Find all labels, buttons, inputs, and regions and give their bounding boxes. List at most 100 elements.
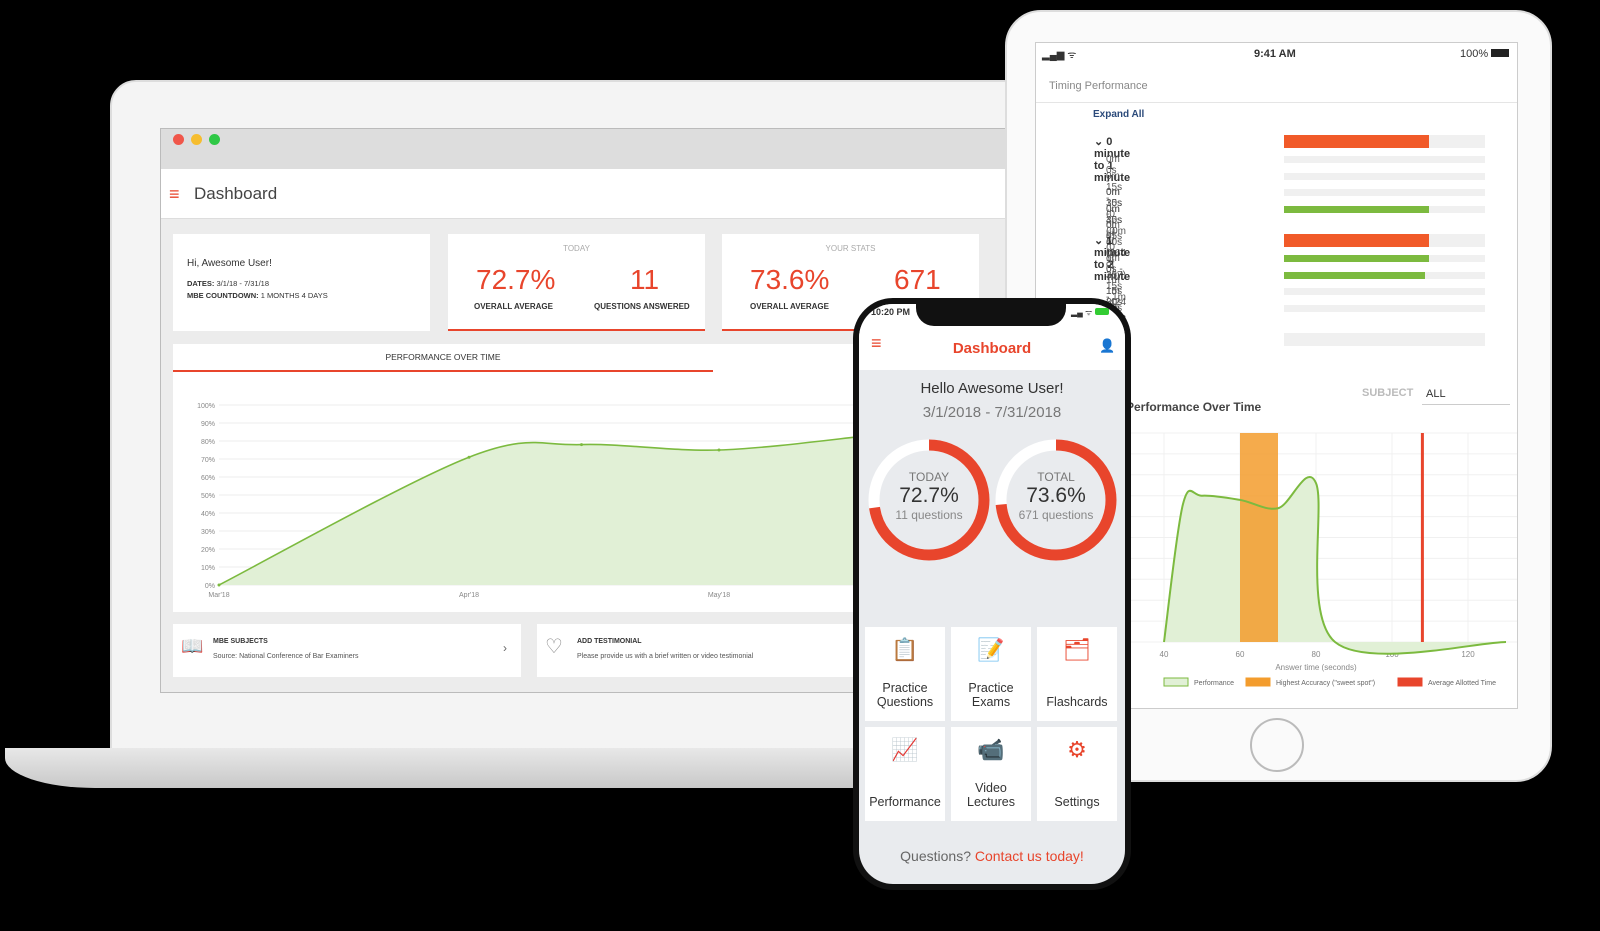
legend-label: Average Allotted Time bbox=[1428, 680, 1496, 687]
x-tick-label: 60 bbox=[1236, 650, 1245, 659]
chevron-right-icon[interactable]: › bbox=[503, 641, 507, 655]
tile-practice-exams[interactable]: 📝 Practice Exams bbox=[951, 627, 1031, 721]
stats-header: YOUR STATS bbox=[825, 244, 876, 253]
y-tick-label: 50% bbox=[201, 493, 215, 500]
progress-track bbox=[1284, 172, 1485, 180]
legend-swatch bbox=[1163, 677, 1189, 687]
today-card: TODAY 72.7% OVERALL AVERAGE 11 QUESTIONS… bbox=[448, 234, 705, 331]
chevron-down-icon: ⌄ bbox=[1094, 235, 1104, 247]
mbe-subjects-card[interactable]: 📖 MBE SUBJECTS Source: National Conferen… bbox=[173, 624, 521, 677]
clipboard-icon: 📋 bbox=[891, 637, 919, 662]
x-tick-label: Mar'18 bbox=[208, 592, 229, 599]
minimize-window-button[interactable] bbox=[191, 134, 202, 145]
progress-track bbox=[1284, 234, 1485, 247]
tile-label: Flashcards bbox=[1046, 695, 1108, 709]
today-count-label: QUESTIONS ANSWERED bbox=[594, 302, 690, 311]
battery-indicator: 100% bbox=[1460, 48, 1510, 60]
progress-fill bbox=[1284, 271, 1425, 279]
footer-question: Questions? bbox=[900, 848, 971, 864]
greeting-card: Hi, Awesome User! DATES: 3/1/18 - 7/31/1… bbox=[173, 234, 430, 331]
tile-flashcards[interactable]: 🗂 Flashcards bbox=[1037, 627, 1117, 721]
y-tick-label: 80% bbox=[201, 439, 215, 446]
subject-select[interactable]: ALL bbox=[1422, 383, 1510, 405]
tile-settings[interactable]: ⚙ Settings bbox=[1037, 727, 1117, 821]
sweet-spot-band bbox=[1240, 433, 1278, 642]
video-icon: 📹 bbox=[977, 737, 1005, 762]
progress-track bbox=[1284, 255, 1485, 262]
countdown-value: 1 MONTHS 4 DAYS bbox=[260, 291, 328, 300]
data-point bbox=[467, 455, 471, 459]
book-icon: 📖 bbox=[181, 636, 204, 656]
phone-title: Dashboard bbox=[952, 340, 1032, 357]
progress-fill bbox=[1284, 205, 1429, 213]
donut-label: TODAY bbox=[908, 470, 950, 484]
contact-us-link[interactable]: Contact us today! bbox=[975, 848, 1084, 864]
page-title: Dashboard bbox=[194, 184, 278, 203]
donut-label: TOTAL bbox=[1037, 470, 1075, 484]
subject-label: SUBJECT bbox=[1362, 387, 1414, 399]
tile-performance[interactable]: 📈 Performance bbox=[865, 727, 945, 821]
exam-icon: 📝 bbox=[977, 637, 1005, 662]
phone-footer: Questions? Contact us today! bbox=[859, 848, 1125, 864]
chart-title: Performance Over Time bbox=[1126, 400, 1262, 414]
y-tick-label: 10% bbox=[201, 565, 215, 572]
x-tick-label: 80 bbox=[1312, 650, 1321, 659]
donut-value: 72.7% bbox=[899, 484, 959, 507]
app-header: ≡ Dashboard bbox=[161, 169, 1009, 219]
x-tick-label: 40 bbox=[1160, 650, 1169, 659]
status-time: 9:41 AM bbox=[1254, 48, 1296, 60]
today-header: TODAY bbox=[563, 244, 590, 253]
battery-text: 100% bbox=[1460, 48, 1489, 60]
data-point bbox=[717, 448, 721, 452]
heart-plus-icon: ♡ bbox=[545, 636, 563, 658]
donut-text: TODAY 72.7% 11 questions bbox=[869, 470, 989, 522]
progress-fill bbox=[1284, 135, 1429, 148]
hamburger-icon[interactable]: ≡ bbox=[169, 185, 180, 203]
x-axis-label: Answer time (seconds) bbox=[1275, 663, 1357, 672]
expand-all-link[interactable]: Expand All bbox=[1093, 109, 1144, 120]
chart-icon: 📈 bbox=[891, 737, 919, 762]
mbe-title: MBE SUBJECTS bbox=[213, 638, 268, 645]
tile-practice-questions[interactable]: 📋 Practice Questions bbox=[865, 627, 945, 721]
mbe-subtitle: Source: National Conference of Bar Exami… bbox=[213, 653, 359, 660]
tab-performance-over-time[interactable]: PERFORMANCE OVER TIME bbox=[173, 344, 713, 372]
tile-label: Settings bbox=[1054, 795, 1100, 809]
data-point bbox=[580, 443, 583, 447]
dates-value: 3/1/18 - 7/31/18 bbox=[216, 279, 270, 288]
progress-track bbox=[1284, 189, 1485, 196]
testimonial-title: ADD TESTIMONIAL bbox=[577, 638, 642, 645]
performance-area bbox=[1164, 476, 1506, 654]
phone-screen: 10:20 PM ▂▄ ᯤ ≡ Dashboard 👤 Hello Awesom… bbox=[859, 304, 1125, 884]
legend-swatch bbox=[1397, 677, 1423, 687]
home-button[interactable] bbox=[1250, 718, 1304, 772]
phone-notch bbox=[916, 298, 1066, 326]
phone-status-time: 10:20 PM bbox=[871, 307, 911, 317]
battery-icon bbox=[1491, 49, 1510, 57]
tile-label: Practice Exams bbox=[968, 681, 1014, 709]
tile-video-lectures[interactable]: 📹 Video Lectures bbox=[951, 727, 1031, 821]
y-tick-label: 40% bbox=[201, 511, 215, 518]
close-window-button[interactable] bbox=[173, 134, 184, 145]
legend-label: Highest Accuracy ("sweet spot") bbox=[1276, 680, 1375, 687]
today-average-label: OVERALL AVERAGE bbox=[474, 302, 553, 311]
today-average: 72.7% bbox=[476, 264, 556, 295]
countdown-label: MBE COUNTDOWN: bbox=[187, 291, 259, 300]
phone-status-icons: ▂▄ ᯤ bbox=[1071, 307, 1109, 318]
maximize-window-button[interactable] bbox=[209, 134, 220, 145]
battery-icon bbox=[1094, 308, 1109, 315]
performance-area bbox=[219, 435, 869, 585]
legend-swatch bbox=[1245, 677, 1271, 687]
feature-grid: 📋 Practice Questions 📝 Practice Exams 🗂 Flash… bbox=[865, 627, 1117, 821]
data-point bbox=[217, 583, 221, 587]
x-tick-label: 120 bbox=[1461, 650, 1475, 659]
x-tick-label: Apr'18 bbox=[459, 592, 479, 599]
y-tick-label: 70% bbox=[201, 457, 215, 464]
progress-track bbox=[1284, 333, 1485, 346]
x-tick-label: May'18 bbox=[708, 592, 730, 599]
section-title: Timing Performance bbox=[1036, 73, 1517, 103]
user-icon[interactable]: 👤 bbox=[1099, 338, 1115, 354]
tile-label: Practice Questions bbox=[876, 681, 934, 709]
y-tick-label: 90% bbox=[201, 421, 215, 428]
stats-average: 73.6% bbox=[750, 264, 830, 295]
progress-track bbox=[1284, 135, 1485, 148]
